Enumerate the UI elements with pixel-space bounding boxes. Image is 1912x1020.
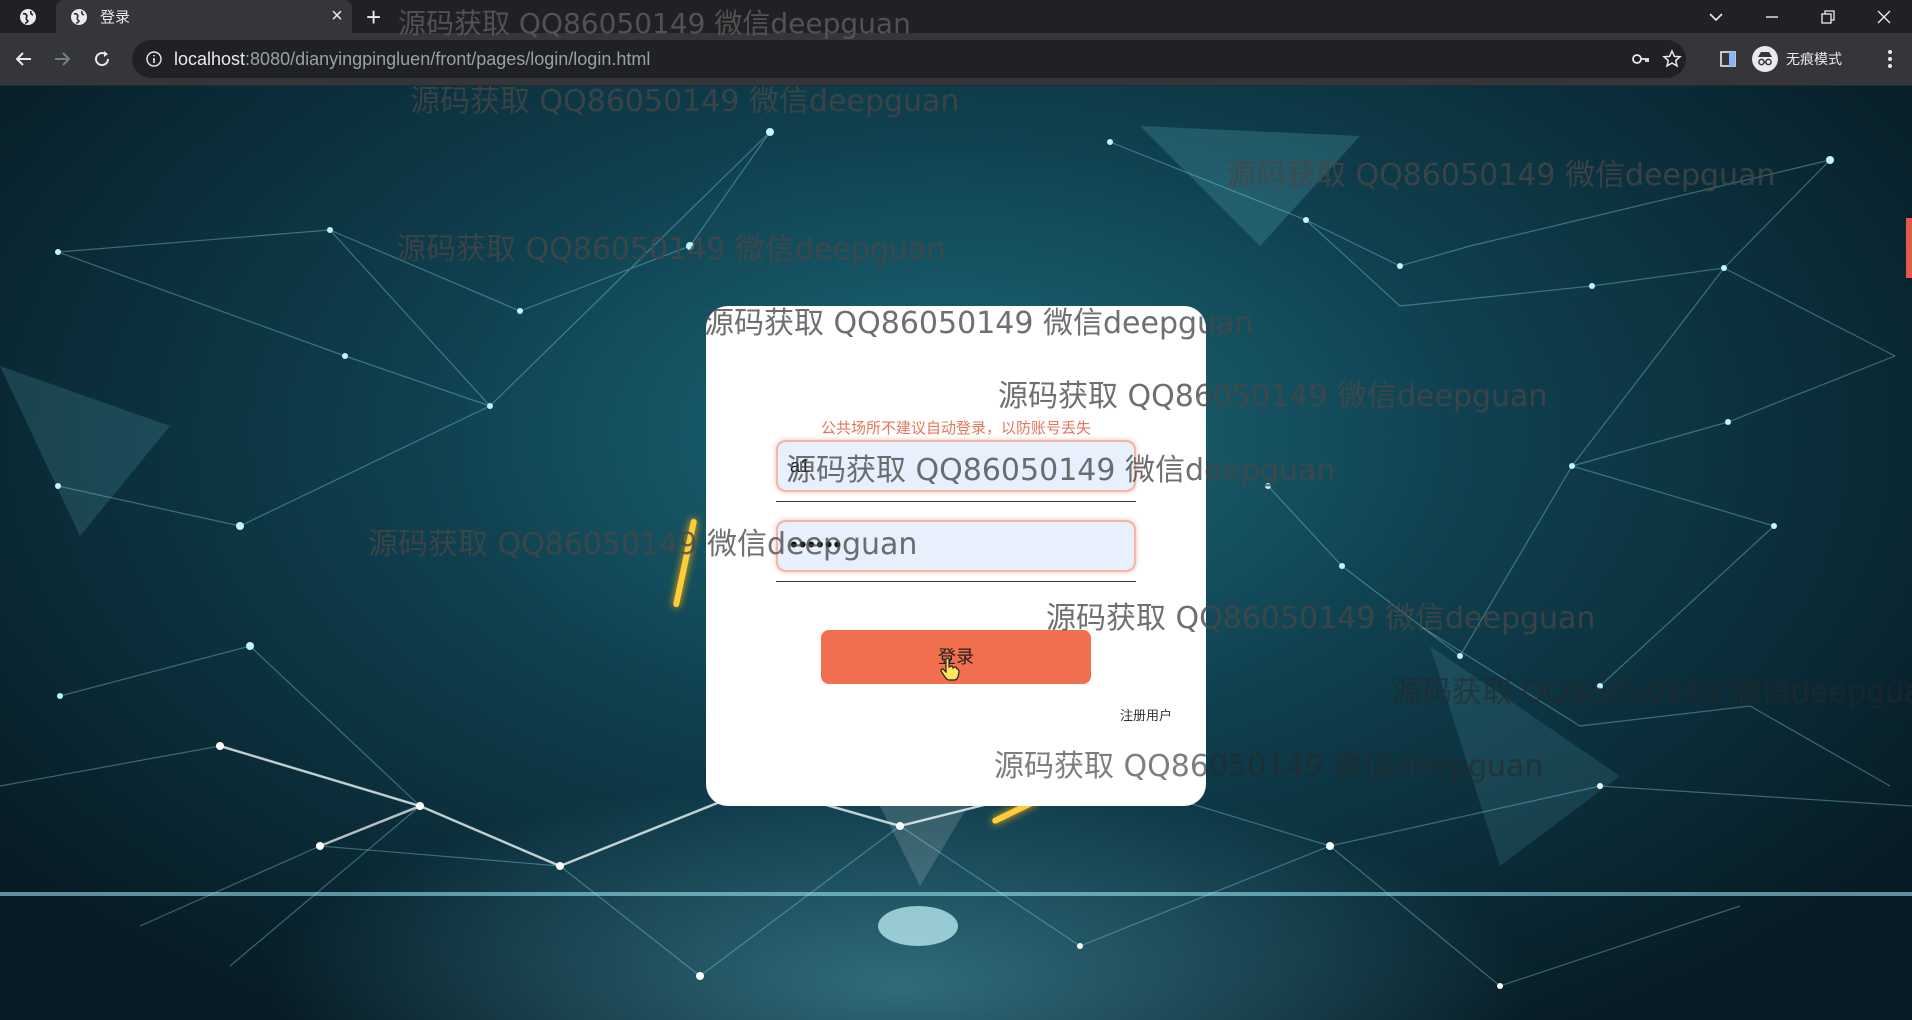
edge-tab xyxy=(1906,218,1912,278)
divider xyxy=(776,581,1136,582)
side-panel-icon xyxy=(1720,51,1736,67)
register-link[interactable]: 注册用户 xyxy=(1120,705,1172,724)
minimize-icon xyxy=(1766,15,1778,18)
watermark: 源码获取 QQ86050149 微信deepguan xyxy=(396,232,946,267)
watermark: 源码获取 QQ86050149 微信deepguan xyxy=(1046,601,1596,636)
close-icon xyxy=(1877,10,1891,23)
url-path: :8080/dianyingpingluen/front/pages/login… xyxy=(245,49,651,69)
forward-button[interactable] xyxy=(46,43,78,75)
close-window-button[interactable] xyxy=(1856,0,1912,33)
back-button[interactable] xyxy=(8,43,40,75)
watermark: 源码获取 QQ86050149 微信deepguan xyxy=(786,453,1336,488)
info-icon[interactable] xyxy=(146,51,162,67)
login-page: 公共场所不建议自动登录，以防账号丢失 a1 •••••• 登录 注册用户 源码获… xyxy=(0,86,1912,1020)
divider xyxy=(776,501,1136,502)
watermark: 源码获取 QQ86050149 微信deepguan xyxy=(1392,675,1912,710)
globe-icon xyxy=(20,8,36,25)
tab-title: 登录 xyxy=(100,9,131,26)
url-host: localhost xyxy=(174,49,246,69)
auto-login-notice: 公共场所不建议自动登录，以防账号丢失 xyxy=(820,420,1091,437)
arrow-right-icon xyxy=(55,52,71,66)
new-tab-button[interactable]: + xyxy=(366,2,381,32)
hand-cursor-icon xyxy=(940,657,960,681)
incognito-label: 无痕模式 xyxy=(1786,51,1842,67)
watermark: 源码获取 QQ86050149 微信deepguan xyxy=(1226,158,1776,193)
restore-button[interactable] xyxy=(1800,0,1856,33)
browser-menu-button[interactable] xyxy=(1874,43,1906,75)
side-panel-button[interactable] xyxy=(1712,43,1744,75)
browser-toolbar: localhost:8080/dianyingpingluen/front/pa… xyxy=(0,33,1912,86)
arrow-left-icon xyxy=(15,52,31,66)
chevron-down-icon xyxy=(1709,12,1723,21)
restore-icon xyxy=(1821,9,1835,24)
url-text: localhost:8080/dianyingpingluen/front/pa… xyxy=(174,49,650,70)
active-tab[interactable]: 登录 × xyxy=(56,0,352,33)
minimize-button[interactable] xyxy=(1744,0,1800,33)
browser-tab-strip: 登录 × + xyxy=(0,0,1912,33)
more-vertical-icon xyxy=(1888,50,1892,68)
tab-close-button[interactable]: × xyxy=(322,5,352,28)
incognito-indicator[interactable]: 无痕模式 xyxy=(1752,41,1864,77)
watermark: 源码获取 QQ86050149 微信deepguan xyxy=(998,379,1548,414)
incognito-icon xyxy=(1752,46,1778,72)
globe-icon xyxy=(71,8,87,25)
watermark: 源码获取 QQ86050149 微信deepguan xyxy=(368,527,918,562)
watermark: 源码获取 QQ86050149 微信deepguan xyxy=(704,306,1254,341)
watermark: 源码获取 QQ86050149 微信deepguan xyxy=(410,86,960,119)
reload-icon xyxy=(95,51,110,67)
pinned-tab[interactable] xyxy=(0,0,56,33)
tab-search-button[interactable] xyxy=(1688,0,1744,33)
watermark: 源码获取 QQ86050149 微信deepguan xyxy=(398,7,911,40)
address-bar[interactable]: localhost:8080/dianyingpingluen/front/pa… xyxy=(132,40,1686,78)
star-icon[interactable] xyxy=(1662,49,1682,69)
key-icon[interactable] xyxy=(1632,51,1650,67)
reload-button[interactable] xyxy=(86,43,118,75)
watermark: 源码获取 QQ86050149 微信deepguan xyxy=(994,749,1544,784)
